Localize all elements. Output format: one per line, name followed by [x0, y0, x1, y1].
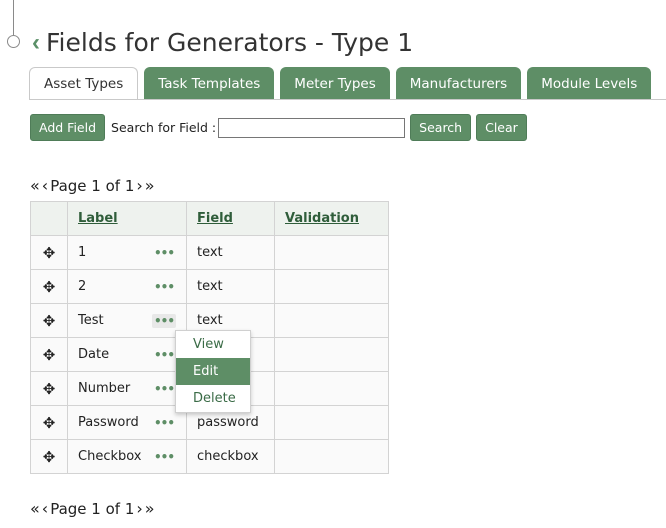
table-row: ✥ 1 ••• text	[30, 235, 389, 270]
clear-button[interactable]: Clear	[476, 114, 527, 141]
menu-item-edit[interactable]: Edit	[176, 358, 250, 385]
move-handle-icon[interactable]: ✥	[30, 405, 68, 440]
field-column-header[interactable]: Field	[186, 201, 275, 236]
more-options-icon[interactable]: •••	[152, 416, 176, 430]
next-page-icon[interactable]: ›	[136, 499, 142, 518]
prev-page-icon[interactable]: ‹	[42, 176, 48, 195]
more-options-icon[interactable]: •••	[152, 348, 176, 362]
row-validation	[274, 439, 389, 474]
menu-item-delete[interactable]: Delete	[176, 385, 250, 412]
tab-module-levels[interactable]: Module Levels	[527, 67, 652, 100]
row-label: Date	[78, 347, 110, 362]
first-page-icon[interactable]: «	[30, 176, 40, 195]
table-row: ✥ Checkbox ••• checkbox	[30, 439, 389, 474]
more-options-icon[interactable]: •••	[152, 450, 176, 464]
more-options-icon[interactable]: •••	[152, 280, 176, 294]
row-validation	[274, 405, 389, 440]
move-handle-icon[interactable]: ✥	[30, 371, 68, 406]
search-button[interactable]: Search	[410, 114, 472, 141]
pager-top: « ‹ Page 1 of 1 › »	[30, 176, 157, 195]
page-indicator: Page 1 of 1	[50, 176, 135, 195]
tab-manufacturers[interactable]: Manufacturers	[395, 67, 522, 100]
tab-meter-types[interactable]: Meter Types	[280, 67, 390, 100]
move-handle-icon[interactable]: ✥	[30, 235, 68, 270]
last-page-icon[interactable]: »	[145, 176, 155, 195]
tab-task-templates[interactable]: Task Templates	[144, 67, 275, 100]
timeline-dot	[7, 35, 20, 48]
row-label: Password	[78, 415, 139, 430]
prev-page-icon[interactable]: ‹	[42, 499, 48, 518]
row-label: Test	[78, 313, 104, 328]
move-column-header	[30, 201, 68, 236]
more-options-icon[interactable]: •••	[152, 246, 176, 260]
move-handle-icon[interactable]: ✥	[30, 269, 68, 304]
row-label: 2	[78, 279, 87, 294]
timeline-line	[13, 0, 14, 36]
more-options-icon[interactable]: •••	[151, 313, 176, 328]
move-handle-icon[interactable]: ✥	[30, 337, 68, 372]
add-field-button[interactable]: Add Field	[30, 114, 106, 141]
tab-bar: Asset Types Task Templates Meter Types M…	[29, 67, 657, 100]
row-label: Number	[78, 381, 131, 396]
row-validation	[274, 371, 389, 406]
search-input[interactable]	[218, 117, 406, 138]
toolbar: Add Field Search for Field : Search Clea…	[30, 114, 527, 141]
row-field: text	[186, 235, 275, 270]
tab-divider	[29, 99, 666, 100]
more-options-icon[interactable]: •••	[152, 382, 176, 396]
row-validation	[274, 235, 389, 270]
last-page-icon[interactable]: »	[145, 499, 155, 518]
validation-column-header[interactable]: Validation	[274, 201, 389, 236]
menu-item-view[interactable]: View	[176, 331, 250, 358]
title-row: ‹ Fields for Generators - Type 1	[32, 28, 413, 57]
row-label: 1	[78, 245, 87, 260]
move-handle-icon[interactable]: ✥	[30, 303, 68, 338]
page-indicator: Page 1 of 1	[50, 499, 135, 518]
chevron-left-icon[interactable]: ‹	[32, 30, 40, 55]
row-label: Checkbox	[78, 449, 142, 464]
row-validation	[274, 303, 389, 338]
pager-bottom: « ‹ Page 1 of 1 › »	[30, 499, 157, 518]
table-row: ✥ 2 ••• text	[30, 269, 389, 304]
row-validation	[274, 269, 389, 304]
row-context-menu: View Edit Delete	[175, 330, 251, 413]
search-label: Search for Field :	[111, 120, 217, 135]
tab-asset-types[interactable]: Asset Types	[29, 67, 139, 100]
row-validation	[274, 337, 389, 372]
next-page-icon[interactable]: ›	[136, 176, 142, 195]
row-field: checkbox	[186, 439, 275, 474]
move-handle-icon[interactable]: ✥	[30, 439, 68, 474]
table-header-row: Label Field Validation	[30, 201, 389, 236]
label-column-header[interactable]: Label	[67, 201, 187, 236]
first-page-icon[interactable]: «	[30, 499, 40, 518]
row-field: text	[186, 269, 275, 304]
page-title: Fields for Generators - Type 1	[46, 28, 414, 57]
